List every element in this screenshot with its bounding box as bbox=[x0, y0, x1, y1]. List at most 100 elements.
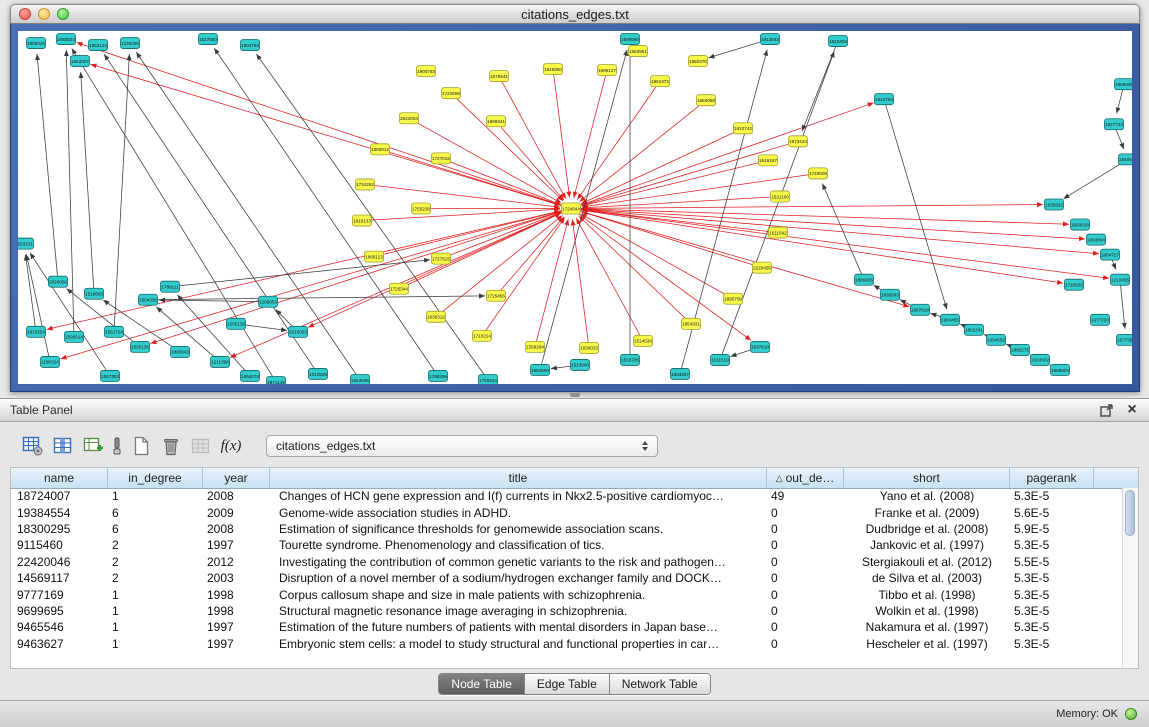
graph-node[interactable]: 1253231 bbox=[18, 238, 34, 249]
graph-node[interactable]: 1235490 bbox=[121, 38, 140, 49]
table-row[interactable]: 1938455462009Genome-wide association stu… bbox=[11, 504, 1138, 520]
edit-columns-button[interactable] bbox=[78, 432, 108, 460]
graph-node[interactable]: 1856278 bbox=[241, 370, 260, 381]
graph-node[interactable]: 2042004 bbox=[400, 113, 419, 124]
graph-node[interactable]: 1818133 bbox=[353, 215, 372, 226]
graph-node[interactable]: 1514534 bbox=[634, 335, 653, 346]
graph-node[interactable]: 2220456 bbox=[753, 262, 772, 273]
graph-node[interactable]: 1211398 bbox=[211, 356, 230, 367]
graph-node[interactable]: 1677365 bbox=[1117, 334, 1133, 345]
graph-node[interactable]: 1505139 bbox=[227, 318, 246, 329]
network-canvas[interactable]: 1724044155829417102141636312172534419051… bbox=[18, 31, 1132, 384]
graph-node[interactable]: 1899341 bbox=[487, 116, 506, 127]
graph-node[interactable]: 1212539 bbox=[309, 368, 328, 379]
graph-node[interactable]: 1616167 bbox=[759, 155, 778, 166]
graph-node[interactable]: 1935932 bbox=[1045, 199, 1064, 210]
graph-node[interactable]: 1885048 bbox=[27, 38, 46, 49]
graph-node[interactable]: 1722608 bbox=[442, 88, 461, 99]
graph-node[interactable]: 1684058 bbox=[697, 95, 716, 106]
tab-edge-table[interactable]: Edge Table bbox=[525, 674, 610, 694]
minimize-window-button[interactable] bbox=[38, 8, 50, 20]
show-columns-button[interactable] bbox=[48, 432, 78, 460]
graph-node[interactable]: 1206053 bbox=[259, 296, 278, 307]
graph-node[interactable]: 1937610 bbox=[751, 341, 770, 352]
graph-node[interactable]: 1724044 bbox=[562, 203, 581, 214]
tab-node-table[interactable]: Node Table bbox=[439, 674, 525, 694]
graph-node[interactable]: 1959946 bbox=[1115, 79, 1133, 90]
graph-node[interactable]: 1900793 bbox=[417, 66, 436, 77]
graph-node[interactable]: 2026050 bbox=[49, 276, 68, 287]
graph-node[interactable]: 1505135 bbox=[131, 341, 150, 352]
graph-node[interactable]: 1864800 bbox=[531, 364, 550, 375]
graph-node[interactable]: 1521160 bbox=[771, 191, 790, 202]
graph-node[interactable]: 1663695 bbox=[351, 374, 370, 384]
graph-node[interactable]: 1893804 bbox=[1087, 234, 1106, 245]
graph-node[interactable]: 1750544 bbox=[479, 374, 498, 384]
graph-node[interactable]: 1604627 bbox=[671, 368, 690, 379]
graph-node[interactable]: 2060503 bbox=[57, 34, 76, 45]
table-row[interactable]: 977716911998Corpus callosum shape and si… bbox=[11, 586, 1138, 602]
graph-node[interactable]: 1561724 bbox=[105, 326, 124, 337]
graph-node[interactable]: 1636312 bbox=[427, 311, 446, 322]
graph-node[interactable]: 1720655 bbox=[1065, 279, 1084, 290]
graph-node[interactable]: 1846950 bbox=[544, 64, 563, 75]
graph-node[interactable]: 1944794 bbox=[875, 94, 894, 105]
graph-node[interactable]: 1830023 bbox=[580, 342, 599, 353]
new-row-button[interactable] bbox=[126, 432, 156, 460]
table-row[interactable]: 911546021997Tourette syndrome. Phenomeno… bbox=[11, 537, 1138, 553]
graph-node[interactable]: 1519893 bbox=[85, 288, 104, 299]
column-header-year[interactable]: year bbox=[203, 468, 270, 488]
graph-node[interactable]: 1789111 bbox=[161, 281, 180, 292]
table-mode-button[interactable] bbox=[18, 432, 48, 460]
graph-node[interactable]: 1513046 bbox=[571, 359, 590, 370]
graph-node[interactable]: 1693918 bbox=[1071, 219, 1090, 230]
graph-node[interactable]: 1518705 bbox=[621, 354, 640, 365]
function-builder-button[interactable]: f(x) bbox=[216, 432, 246, 460]
graph-node[interactable]: 1725456 bbox=[487, 290, 506, 301]
tab-network-table[interactable]: Network Table bbox=[610, 674, 710, 694]
table-row[interactable]: 969969511998Structural magnetic resonanc… bbox=[11, 603, 1138, 619]
column-header-title[interactable]: title bbox=[270, 468, 767, 488]
graph-node[interactable]: 1927744 bbox=[1105, 119, 1124, 130]
graph-node[interactable]: 1210455 bbox=[1111, 274, 1130, 285]
graph-node[interactable]: 1667919 bbox=[911, 304, 930, 315]
graph-node[interactable]: 1734262 bbox=[356, 179, 375, 190]
graph-node[interactable]: 1507303 bbox=[101, 370, 120, 381]
graph-node[interactable]: 1973434 bbox=[789, 136, 808, 147]
table-selector-dropdown[interactable]: citations_edges.txt bbox=[266, 435, 658, 457]
graph-node[interactable]: 1890943 bbox=[171, 346, 190, 357]
graph-node[interactable]: 1696127 bbox=[598, 65, 617, 76]
graph-node[interactable]: 1094552 bbox=[987, 334, 1006, 345]
float-panel-icon[interactable] bbox=[1099, 403, 1113, 417]
graph-node[interactable]: 1677220 bbox=[1091, 314, 1110, 325]
column-header-short[interactable]: short bbox=[844, 468, 1010, 488]
graph-node[interactable]: 1904455 bbox=[941, 314, 960, 325]
graph-node[interactable]: 1915354 bbox=[27, 326, 46, 337]
graph-node[interactable]: 1558294 bbox=[526, 341, 545, 352]
import-table-disabled-button[interactable] bbox=[186, 432, 216, 460]
close-window-button[interactable] bbox=[19, 8, 31, 20]
network-window-titlebar[interactable]: citations_edges.txt bbox=[10, 4, 1140, 24]
table-row[interactable]: 1456911722003Disruption of a novel membe… bbox=[11, 570, 1138, 586]
graph-node[interactable]: 1810304 bbox=[829, 36, 848, 47]
column-header-in_degree[interactable]: in_degree bbox=[108, 468, 203, 488]
close-panel-icon[interactable]: × bbox=[1125, 403, 1139, 417]
graph-node[interactable]: 1064727 bbox=[1101, 249, 1120, 260]
table-row[interactable]: 946362711997Embryonic stem cells: a mode… bbox=[11, 636, 1138, 652]
table-vertical-scrollbar[interactable] bbox=[1122, 488, 1138, 668]
table-row[interactable]: 2242004622012Investigating the contribut… bbox=[11, 554, 1138, 570]
graph-node[interactable]: 1727515 bbox=[432, 253, 451, 264]
graph-node[interactable]: 1663307 bbox=[71, 56, 90, 67]
graph-node[interactable]: 1871148 bbox=[267, 376, 286, 384]
graph-node[interactable]: 1527550 bbox=[199, 34, 218, 45]
graph-node[interactable]: 1913043 bbox=[761, 34, 780, 45]
graph-node[interactable]: 1952142 bbox=[89, 40, 108, 51]
delete-rows-button[interactable] bbox=[156, 432, 186, 460]
graph-node[interactable]: 1710214 bbox=[473, 330, 492, 341]
graph-node[interactable]: 1904793 bbox=[241, 40, 260, 51]
graph-node[interactable]: 1850370 bbox=[689, 56, 708, 67]
graph-node[interactable]: 1161519 bbox=[711, 354, 730, 365]
graph-node[interactable]: 1888803 bbox=[1051, 364, 1070, 375]
zoom-window-button[interactable] bbox=[57, 8, 69, 20]
graph-node[interactable]: 1802241 bbox=[965, 324, 984, 335]
